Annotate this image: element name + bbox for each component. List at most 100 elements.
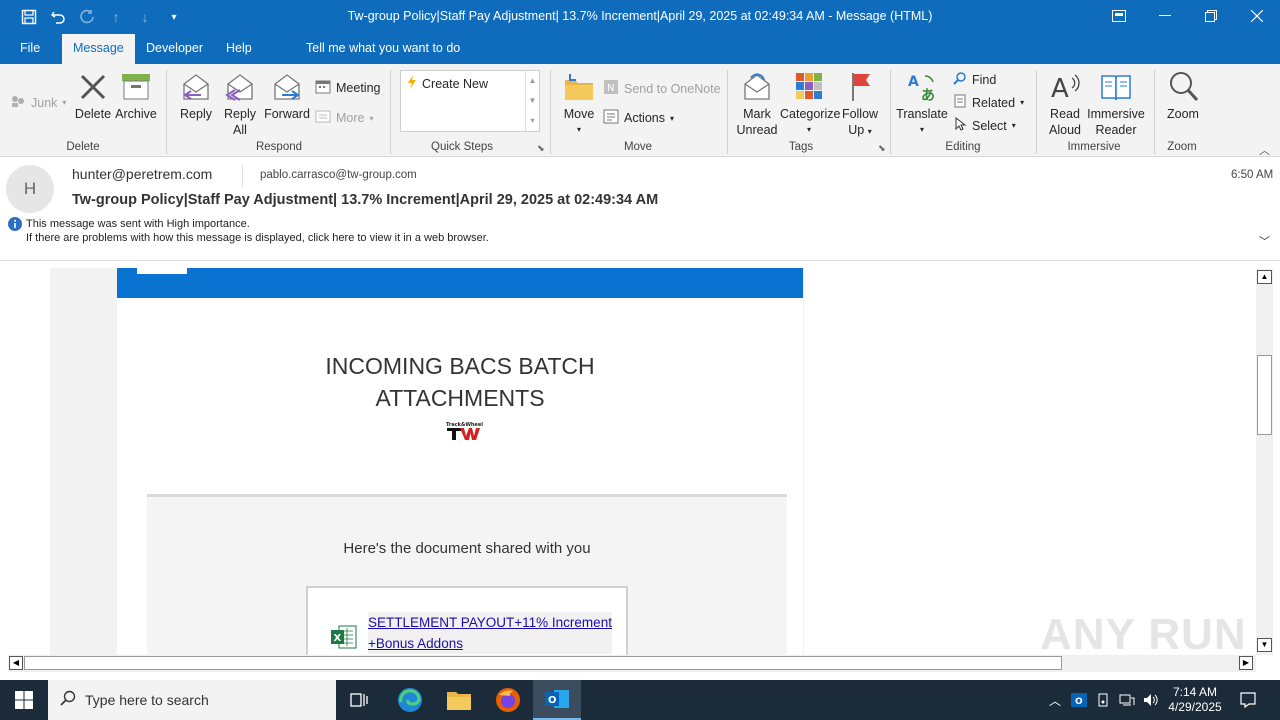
- svg-text:X: X: [334, 633, 342, 644]
- quick-steps-gallery[interactable]: Create New ▲ ▼ ▾: [400, 70, 540, 132]
- forward-icon: [270, 70, 304, 104]
- taskbar-search-box[interactable]: Type here to search: [48, 680, 336, 720]
- scroll-up-arrow[interactable]: ▲: [1257, 270, 1272, 284]
- reply-all-button[interactable]: Reply All: [220, 70, 260, 138]
- vertical-scroll-thumb[interactable]: [1257, 355, 1272, 435]
- show-hidden-icons-icon[interactable]: ︿: [1046, 680, 1064, 720]
- edge-browser-icon[interactable]: [386, 680, 434, 720]
- more-respond-button[interactable]: More ▾: [315, 109, 374, 127]
- close-button[interactable]: [1234, 0, 1280, 32]
- importance-notice: This message was sent with High importan…: [26, 218, 250, 230]
- junk-button[interactable]: Junk ▾: [10, 94, 66, 111]
- network-icon[interactable]: [1117, 680, 1137, 720]
- reply-all-label-1: Reply: [224, 107, 256, 121]
- delete-icon: [76, 70, 110, 104]
- clock-date: 4/29/2025: [1168, 700, 1222, 714]
- read-aloud-label-1: Read: [1050, 107, 1080, 121]
- tell-me-search[interactable]: Tell me what you want to do: [306, 41, 460, 55]
- tab-file[interactable]: File: [20, 41, 40, 55]
- ribbon-display-options-icon[interactable]: [1096, 0, 1142, 32]
- chevron-down-icon: ▾: [369, 113, 374, 123]
- clock[interactable]: 7:14 AM 4/29/2025: [1162, 680, 1228, 720]
- start-button[interactable]: [0, 680, 48, 720]
- menu-bar: File Message Developer Help Tell me what…: [0, 34, 1280, 90]
- follow-up-button[interactable]: Follow Up ▾: [840, 70, 880, 140]
- collapse-ribbon-icon[interactable]: ︿: [1259, 142, 1270, 158]
- file-explorer-icon[interactable]: [435, 680, 483, 720]
- svg-text:N: N: [607, 83, 614, 94]
- follow-up-label-1: Follow: [841, 107, 879, 121]
- shared-document-card[interactable]: X SETTLEMENT PAYOUT+11% Increment +Bonus…: [306, 586, 628, 655]
- expand-header-icon[interactable]: ﹀: [1259, 233, 1270, 249]
- related-button[interactable]: Related ▾: [953, 94, 1024, 111]
- tab-developer[interactable]: Developer: [146, 41, 203, 55]
- move-button[interactable]: Move ▾: [558, 70, 600, 138]
- actions-button[interactable]: Actions ▾: [603, 109, 674, 127]
- excel-icon: X: [330, 624, 358, 655]
- group-label-zoom: Zoom: [1167, 141, 1197, 153]
- scroll-down-arrow[interactable]: ▼: [1257, 638, 1272, 652]
- quick-steps-scroll[interactable]: ▲ ▼ ▾: [525, 71, 539, 131]
- read-aloud-label-2: Aloud: [1049, 123, 1081, 137]
- find-button[interactable]: Find: [953, 71, 996, 88]
- cursor-icon: [953, 116, 967, 134]
- related-label: Related: [972, 95, 1016, 110]
- archive-button[interactable]: Archive: [114, 70, 158, 122]
- watermark: ANY RUN: [1040, 610, 1247, 655]
- horizontal-scrollbar[interactable]: ◀ ▶: [8, 655, 1256, 672]
- device-tray-icon[interactable]: [1094, 680, 1112, 720]
- dialog-launcher-icon[interactable]: ⬊: [878, 143, 886, 154]
- chevron-down-icon: ▾: [919, 125, 924, 134]
- reply-button[interactable]: Reply: [176, 70, 216, 122]
- zoom-icon: [1166, 70, 1200, 104]
- chevron-down-icon: ▾: [806, 125, 811, 134]
- translate-button[interactable]: Aあ Translate ▾: [896, 70, 948, 138]
- tab-message[interactable]: Message: [62, 34, 135, 64]
- categorize-button[interactable]: Categorize ▾: [780, 70, 840, 138]
- send-to-onenote-button[interactable]: N Send to OneNote: [603, 79, 721, 98]
- reply-label: Reply: [180, 107, 212, 121]
- message-subject: Tw-group Policy|Staff Pay Adjustment| 13…: [72, 192, 659, 208]
- horizontal-scroll-thumb[interactable]: [24, 656, 1062, 670]
- notification-center-icon[interactable]: [1234, 680, 1262, 720]
- scroll-left-arrow[interactable]: ◀: [9, 656, 23, 670]
- view-in-browser-notice[interactable]: If there are problems with how this mess…: [26, 232, 489, 244]
- read-aloud-button[interactable]: A Read Aloud: [1044, 70, 1086, 138]
- task-view-icon[interactable]: [336, 680, 384, 720]
- quick-step-create-new[interactable]: Create New: [407, 75, 488, 92]
- shared-document-text: Here's the document shared with you: [343, 540, 591, 557]
- ribbon: Junk ▾ Delete Archive Delete Reply Reply…: [0, 64, 1280, 157]
- scroll-right-arrow[interactable]: ▶: [1239, 656, 1253, 670]
- tab-help[interactable]: Help: [226, 41, 252, 55]
- outlook-taskbar-icon[interactable]: O: [533, 680, 581, 720]
- translate-icon: Aあ: [905, 70, 939, 104]
- maximize-button[interactable]: [1188, 0, 1234, 32]
- svg-text:A: A: [908, 74, 919, 90]
- message-body: INCOMING BACS BATCH ATTACHMENTS Track&Wh…: [0, 262, 1280, 655]
- search-placeholder: Type here to search: [85, 692, 209, 708]
- firefox-icon[interactable]: [484, 680, 532, 720]
- vertical-scrollbar[interactable]: ▲ ▼: [1256, 269, 1273, 655]
- immersive-reader-button[interactable]: Immersive Reader: [1086, 70, 1146, 138]
- related-icon: [953, 94, 967, 111]
- dialog-launcher-icon[interactable]: ⬊: [537, 143, 545, 154]
- select-button[interactable]: Select ▾: [953, 116, 1016, 134]
- delete-button[interactable]: Delete: [74, 70, 112, 122]
- ribbon-separator: [1036, 70, 1037, 154]
- clock-time: 7:14 AM: [1172, 685, 1218, 699]
- minimize-button[interactable]: [1142, 0, 1188, 32]
- shared-document-link[interactable]: SETTLEMENT PAYOUT+11% Increment +Bonus A…: [368, 612, 612, 654]
- outlook-tray-icon[interactable]: O: [1070, 680, 1088, 720]
- actions-label: Actions: [624, 111, 665, 125]
- ribbon-separator: [1154, 70, 1155, 154]
- mark-unread-button[interactable]: Mark Unread: [734, 70, 780, 138]
- meeting-button[interactable]: Meeting: [315, 79, 380, 97]
- chevron-down-icon: ▾: [670, 113, 675, 123]
- sender-address[interactable]: hunter@peretrem.com: [72, 166, 212, 182]
- volume-icon[interactable]: [1141, 680, 1161, 720]
- forward-button[interactable]: Forward: [264, 70, 310, 122]
- info-icon: [8, 217, 22, 236]
- recipient-address[interactable]: pablo.carrasco@tw-group.com: [260, 169, 417, 181]
- avatar: H: [6, 165, 54, 213]
- zoom-button[interactable]: Zoom: [1162, 70, 1204, 122]
